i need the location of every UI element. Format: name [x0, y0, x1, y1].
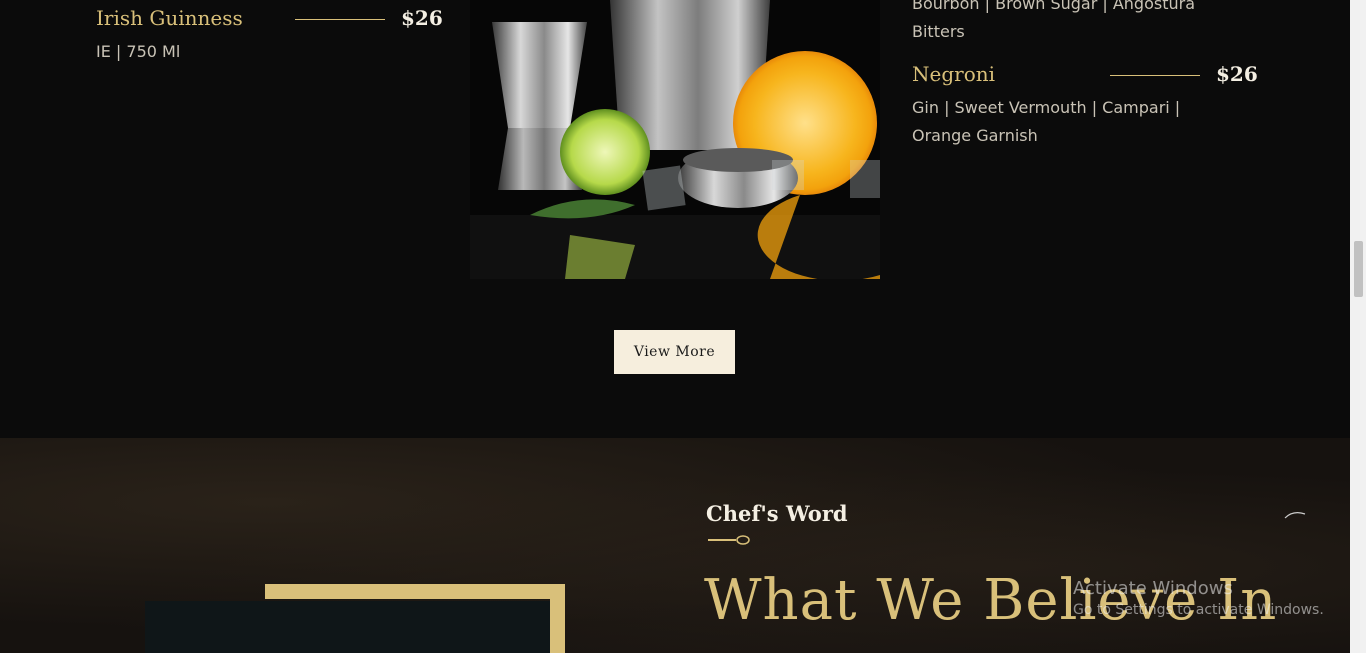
windows-activation-watermark: Activate Windows Go to Settings to activ… [1073, 578, 1324, 618]
menu-item-divider [295, 19, 385, 20]
section-subtitle: Chef's Word [706, 501, 848, 526]
menu-item-divider [1110, 75, 1200, 76]
decorative-swirl-icon [1284, 512, 1306, 519]
menu-item-description: IE | 750 Ml [96, 42, 181, 61]
spoon-icon [708, 535, 750, 545]
cocktail-image [470, 0, 880, 279]
scrollbar-thumb[interactable] [1354, 241, 1363, 297]
chefs-word-section: Chef's Word What We Believe In [0, 438, 1350, 653]
description-line: Bitters [912, 22, 965, 41]
view-more-button[interactable]: View More [614, 330, 735, 374]
menu-item-description: Gin | Sweet Vermouth | Campari | Orange … [912, 94, 1180, 150]
watermark-title: Activate Windows [1073, 578, 1233, 599]
description-line: Orange Garnish [912, 126, 1038, 145]
menu-item-price: $26 [401, 6, 443, 30]
menu-item-name: Irish Guinness [96, 6, 243, 30]
watermark-subtitle: Go to Settings to activate Windows. [1073, 602, 1324, 618]
description-line: Bourbon | Brown Sugar | Angostura [912, 0, 1195, 13]
page-scrollbar[interactable] [1350, 0, 1366, 653]
menu-item-description-previous: Bourbon | Brown Sugar | Angostura Bitter… [912, 0, 1195, 46]
description-line: Gin | Sweet Vermouth | Campari | [912, 98, 1181, 117]
menu-item-price: $26 [1216, 62, 1258, 86]
menu-item-name: Negroni [912, 62, 996, 86]
chef-image-panel [145, 601, 550, 653]
